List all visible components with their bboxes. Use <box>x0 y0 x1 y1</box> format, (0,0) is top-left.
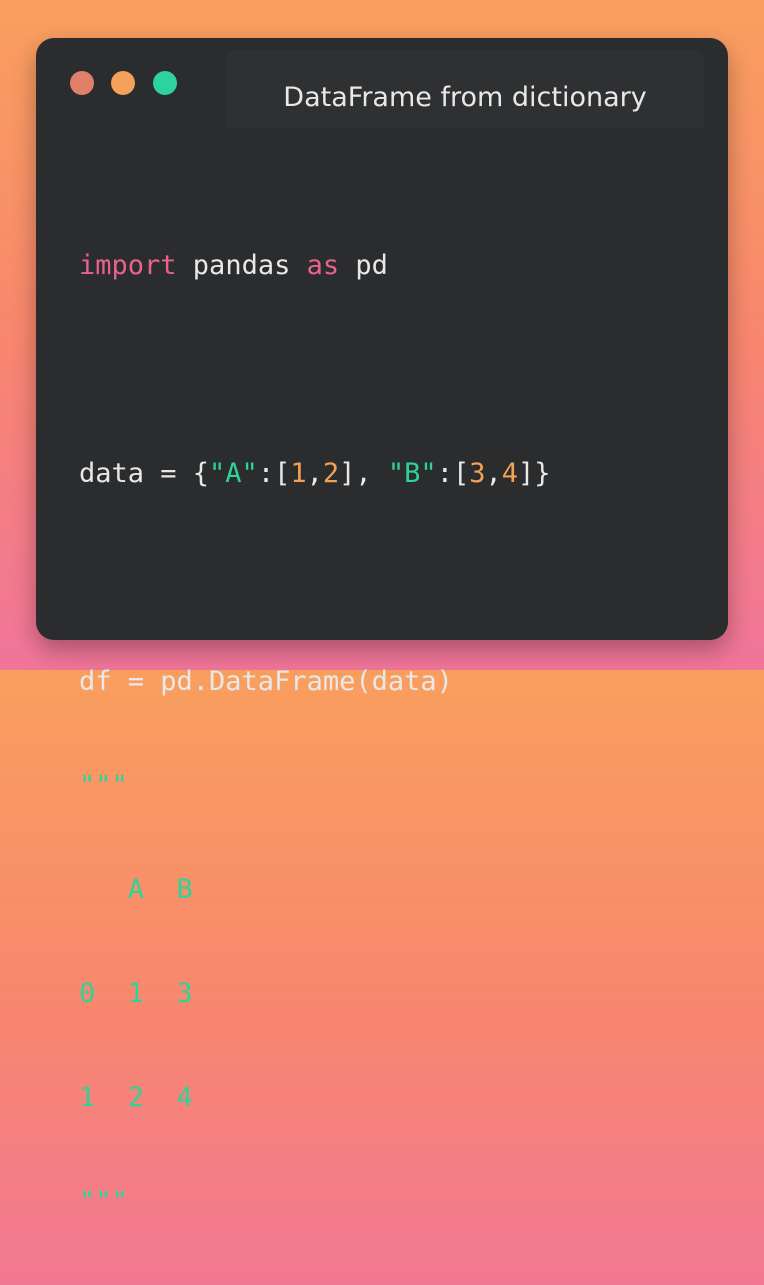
code-text: , <box>306 458 323 489</box>
number-literal: 2 <box>322 458 340 489</box>
code-line-import: import pandas as pd <box>79 245 551 287</box>
docstring-close: """ <box>79 1186 128 1217</box>
code-text: data = { <box>79 458 210 489</box>
code-text: :[ <box>257 458 291 489</box>
code-text: :[ <box>436 458 470 489</box>
keyword-as: as <box>306 250 340 281</box>
number-literal: 4 <box>501 458 519 489</box>
string-literal: "A" <box>209 458 258 489</box>
code-text: ], <box>339 458 388 489</box>
code-line-dataframe: df = pd.DataFrame(data) <box>79 666 453 697</box>
string-literal: "B" <box>387 458 437 489</box>
code-text: pd <box>339 250 388 281</box>
number-literal: 3 <box>469 458 486 489</box>
code-text: pandas <box>176 250 307 281</box>
code-block: import pandas as pd data = {"A":[1,2], "… <box>79 183 551 1285</box>
code-text: , <box>485 458 502 489</box>
close-dot[interactable] <box>70 71 94 95</box>
docstring-open: """ <box>79 770 128 801</box>
output-header: A B <box>79 874 193 905</box>
title-tab: DataFrame from dictionary <box>226 50 704 128</box>
code-text: ]} <box>518 458 551 489</box>
keyword-import: import <box>79 250 177 281</box>
code-window: DataFrame from dictionary import pandas … <box>36 38 728 1217</box>
code-line-data: data = {"A":[1,2], "B":[3,4]} <box>79 453 551 495</box>
title-bar: DataFrame from dictionary <box>36 38 728 128</box>
minimize-dot[interactable] <box>111 71 135 95</box>
output-row: 0 1 3 <box>79 978 193 1009</box>
maximize-dot[interactable] <box>153 71 177 95</box>
output-row: 1 2 4 <box>79 1082 193 1113</box>
number-literal: 1 <box>290 458 307 489</box>
window-title: DataFrame from dictionary <box>283 82 647 113</box>
